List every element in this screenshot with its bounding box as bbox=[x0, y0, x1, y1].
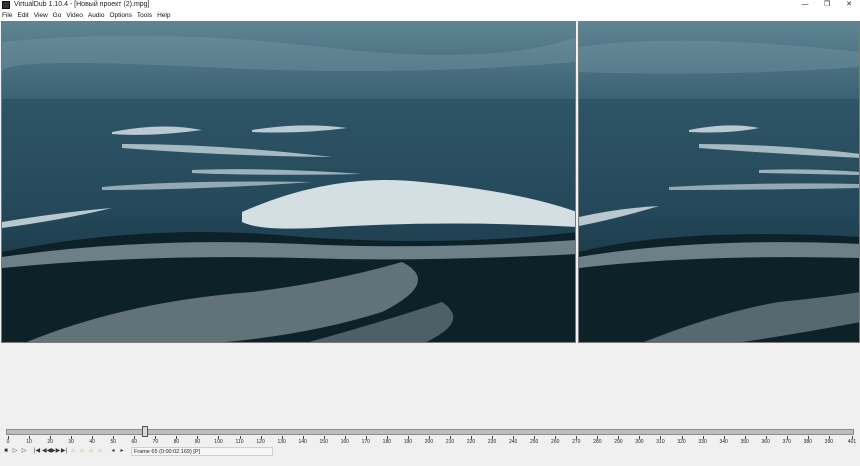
timeline-tick-label: 70 bbox=[152, 439, 159, 445]
workspace-area bbox=[0, 344, 860, 426]
mark-in-button[interactable]: ◂ bbox=[109, 447, 117, 455]
go-start-button[interactable]: |◀ bbox=[33, 447, 41, 455]
menu-video[interactable]: Video bbox=[66, 10, 83, 21]
timeline-tick-label: 230 bbox=[487, 439, 497, 445]
next-key-icon[interactable]: ⌂ bbox=[78, 447, 86, 455]
timeline-tick-label: 360 bbox=[761, 439, 770, 445]
menu-go[interactable]: Go bbox=[53, 10, 62, 21]
timeline-tick-label: 290 bbox=[614, 439, 623, 445]
output-video-pane[interactable] bbox=[578, 21, 860, 343]
timeline-tick-label: 150 bbox=[319, 439, 328, 445]
timeline-tick-label: 220 bbox=[466, 439, 476, 445]
timeline-tick-label: 390 bbox=[824, 439, 834, 445]
menu-edit[interactable]: Edit bbox=[17, 10, 28, 21]
go-end-button[interactable]: ▶| bbox=[60, 447, 68, 455]
timeline-tick-label: 0 bbox=[6, 439, 10, 445]
timeline-tick-label: 260 bbox=[551, 439, 560, 445]
menu-file[interactable]: File bbox=[2, 10, 12, 21]
title-bar: VirtualDub 1.10.4 - [Новый проект (2).mp… bbox=[0, 0, 860, 10]
menu-help[interactable]: Help bbox=[157, 10, 170, 21]
position-timeline[interactable] bbox=[6, 429, 854, 435]
timeline-tick-label: 40 bbox=[89, 439, 95, 445]
play-input-button[interactable]: ▷ bbox=[11, 447, 19, 455]
menu-bar: File Edit View Go Video Audio Options To… bbox=[0, 10, 860, 21]
close-button[interactable]: ✕ bbox=[838, 0, 860, 10]
timeline-tick-label: 340 bbox=[719, 439, 728, 445]
timeline-tick-label: 270 bbox=[572, 439, 581, 445]
timeline-tick-label: 60 bbox=[131, 439, 138, 445]
prev-scene-icon[interactable]: ⌂ bbox=[87, 447, 95, 455]
timeline-tick-label: 250 bbox=[530, 439, 539, 445]
timeline-tick-label: 50 bbox=[110, 439, 117, 445]
minimize-button[interactable]: — bbox=[794, 0, 816, 10]
app-icon bbox=[2, 1, 10, 9]
mark-out-button[interactable]: ▸ bbox=[118, 447, 126, 455]
menu-view[interactable]: View bbox=[34, 10, 48, 21]
timeline-tick-label: 280 bbox=[593, 439, 602, 445]
frame-status: Frame 65 (0:00:02.169) [P] bbox=[131, 446, 273, 456]
timeline-tick-label: 170 bbox=[361, 439, 370, 445]
timeline-tick-label: 310 bbox=[656, 439, 665, 445]
timeline-tick-label: 330 bbox=[698, 439, 707, 445]
timeline-tick-label: 350 bbox=[740, 439, 749, 445]
maximize-button[interactable]: ❐ bbox=[816, 0, 838, 10]
output-video-frame bbox=[579, 22, 859, 342]
timeline-tick-label: 130 bbox=[277, 439, 286, 445]
prev-frame-button[interactable]: ◀◀ bbox=[42, 447, 51, 455]
timeline-tick-label: 140 bbox=[298, 439, 307, 445]
timeline-tick-label: 380 bbox=[803, 439, 812, 445]
input-video-pane[interactable] bbox=[1, 21, 576, 343]
window-controls: — ❐ ✕ bbox=[794, 0, 860, 10]
timeline-tick-label: 240 bbox=[508, 439, 518, 445]
window-title: VirtualDub 1.10.4 - [Новый проект (2).mp… bbox=[14, 1, 150, 8]
timeline-tick-label: 20 bbox=[47, 439, 53, 445]
timeline-tick-label: 100 bbox=[214, 439, 223, 445]
timeline-tick-label: 190 bbox=[403, 439, 413, 445]
timeline-tick-label: 200 bbox=[424, 439, 434, 445]
play-output-button[interactable]: ▷ bbox=[20, 447, 28, 455]
stop-button[interactable]: ■ bbox=[2, 447, 10, 455]
timeline-tick-label: 90 bbox=[194, 439, 201, 445]
input-video-frame bbox=[2, 22, 575, 342]
next-scene-icon[interactable]: ⌂ bbox=[96, 447, 104, 455]
bottom-toolbar: ■ ▷ ▷ |◀ ◀◀ ▶▶ ▶| ⌂ ⌂ ⌂ ⌂ ◂ ▸ Frame 65 (… bbox=[0, 446, 860, 456]
timeline-tick-label: 210 bbox=[445, 439, 455, 445]
timeline-tick-label: 10 bbox=[26, 439, 32, 445]
timeline-tick-label: 320 bbox=[677, 439, 686, 445]
timeline-tick-label: 300 bbox=[635, 439, 644, 445]
timeline-tick-label: 30 bbox=[68, 439, 74, 445]
timeline-tick-label: 110 bbox=[235, 439, 244, 445]
next-frame-button[interactable]: ▶▶ bbox=[51, 447, 60, 455]
menu-options[interactable]: Options bbox=[109, 10, 131, 21]
timeline-tick-label: 160 bbox=[340, 439, 349, 445]
timeline-tick-label: 80 bbox=[173, 439, 180, 445]
menu-audio[interactable]: Audio bbox=[88, 10, 105, 21]
timeline-tick-label: 401 bbox=[847, 439, 857, 445]
timeline-tick-label: 180 bbox=[382, 439, 392, 445]
timeline-tick-label: 370 bbox=[782, 439, 791, 445]
timeline-tick-label: 120 bbox=[256, 439, 265, 445]
menu-tools[interactable]: Tools bbox=[137, 10, 152, 21]
prev-key-icon[interactable]: ⌂ bbox=[69, 447, 77, 455]
